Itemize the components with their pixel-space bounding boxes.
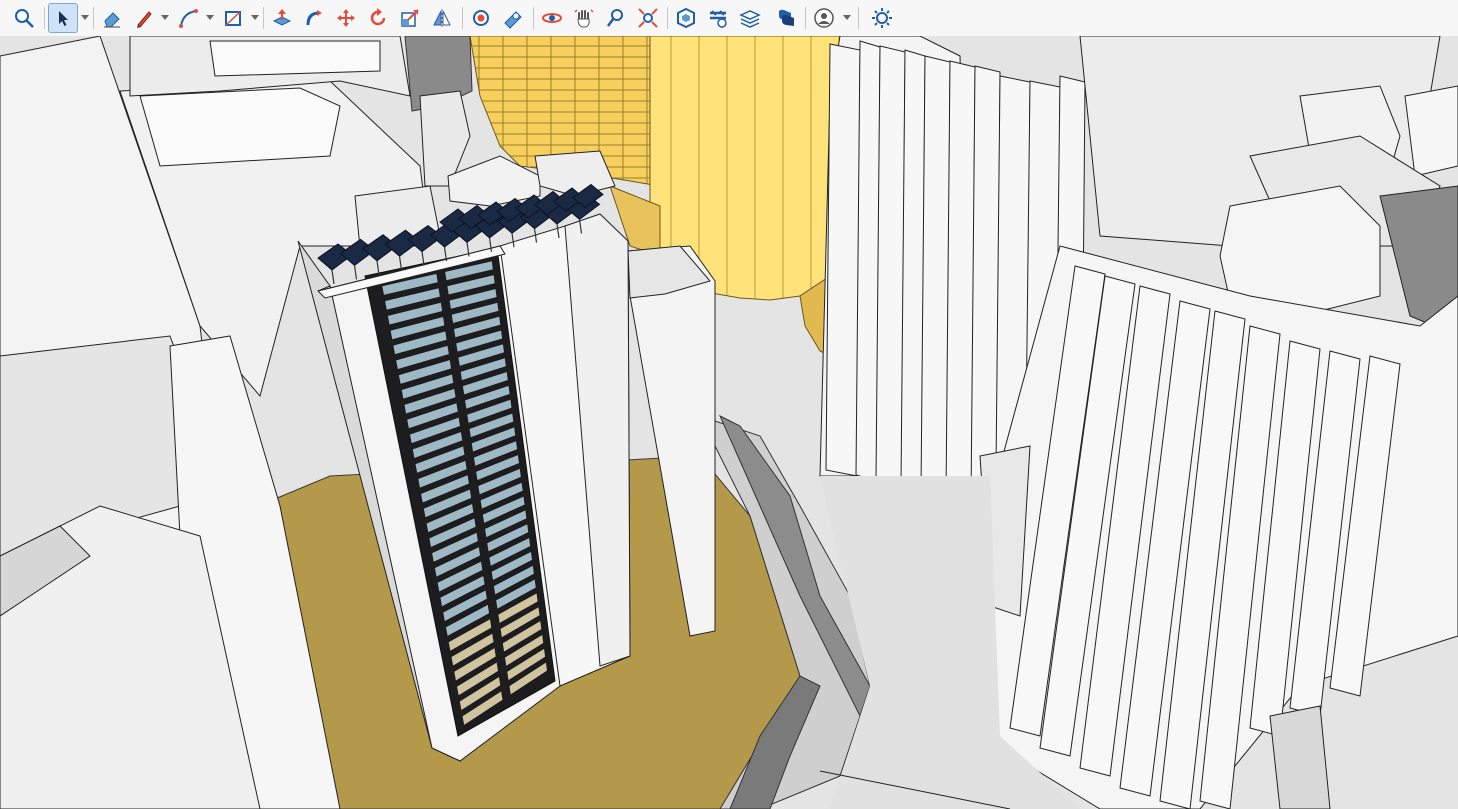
left-roof-top (209, 40, 381, 77)
main-toolbar (0, 0, 1458, 37)
tower-fin (875, 45, 906, 487)
sun-icon (872, 8, 892, 28)
extension-warehouse-button[interactable] (703, 3, 733, 33)
tape-measure-tool-button[interactable] (498, 3, 528, 33)
move-tool-button[interactable] (331, 3, 361, 33)
warehouse-icon (677, 7, 695, 29)
chevron-down-icon (251, 15, 259, 20)
shadows-button[interactable] (867, 3, 897, 33)
tape-measure-icon (504, 11, 522, 29)
toolbar-separator (263, 7, 264, 29)
tower-fin (920, 55, 951, 497)
tower-fin (825, 43, 861, 477)
styles-button[interactable] (771, 3, 801, 33)
zoom-extents-button[interactable] (9, 3, 39, 33)
chevron-down-icon (843, 15, 851, 20)
toolbar-separator (667, 7, 668, 29)
move-arrows-icon (337, 9, 355, 27)
zoom-extents-icon (638, 8, 658, 28)
chevron-down-icon (81, 15, 89, 20)
right-bottom-stairs (1269, 705, 1331, 809)
hand-icon (574, 9, 594, 28)
flip-tool-button[interactable] (427, 3, 457, 33)
rectangle-tool-dropdown[interactable] (250, 3, 260, 33)
zoom-icon (606, 9, 623, 27)
magnifier-icon (15, 9, 34, 28)
tower-fin (945, 60, 976, 502)
warehouse-button[interactable] (671, 3, 701, 33)
select-tool-button[interactable] (48, 3, 78, 33)
scale-tool-button[interactable] (395, 3, 425, 33)
zoom-tool-button[interactable] (601, 3, 631, 33)
line-tool-button[interactable] (129, 3, 159, 33)
push-pull-icon (272, 9, 292, 26)
rotate-icon (370, 8, 386, 26)
toolbar-separator (805, 7, 806, 29)
layers-button[interactable] (735, 3, 765, 33)
orbit-icon (542, 13, 562, 23)
eraser-icon (104, 12, 120, 28)
select-tool-dropdown[interactable] (80, 3, 90, 33)
account-dropdown[interactable] (842, 3, 852, 33)
follow-me-tool-button[interactable] (299, 3, 329, 33)
right-roof-box (1404, 85, 1458, 177)
follow-me-icon (306, 10, 322, 26)
eraser-tool-button[interactable] (97, 3, 127, 33)
chevron-down-icon (206, 15, 214, 20)
arc-icon (179, 9, 198, 28)
cursor-arrow-icon (59, 11, 68, 26)
left-roof-mass (139, 87, 341, 167)
model-viewport[interactable] (0, 36, 1458, 809)
extension-warehouse-icon (710, 10, 727, 28)
toolbar-separator (533, 7, 534, 29)
toolbar-separator (44, 7, 45, 29)
paint-bucket-tool-button[interactable] (466, 3, 496, 33)
arc-tool-button[interactable] (173, 3, 203, 33)
account-icon (814, 8, 834, 28)
toolbar-separator (858, 7, 859, 29)
zoom-window-tool-button[interactable] (633, 3, 663, 33)
scale-icon (401, 9, 419, 27)
line-tool-dropdown[interactable] (160, 3, 170, 33)
toolbar-separator (462, 7, 463, 29)
tower-fin (970, 65, 1001, 507)
orbit-tool-button[interactable] (537, 3, 567, 33)
toolbar-separator (93, 7, 94, 29)
pencil-icon (137, 11, 152, 28)
arc-tool-dropdown[interactable] (205, 3, 215, 33)
rotate-tool-button[interactable] (363, 3, 393, 33)
rectangle-tool-button[interactable] (218, 3, 248, 33)
flip-icon (433, 9, 451, 27)
styles-icon (779, 9, 794, 26)
paint-bucket-icon (473, 10, 489, 26)
rectangle-icon (225, 11, 241, 26)
account-button[interactable] (809, 3, 839, 33)
pan-tool-button[interactable] (569, 3, 599, 33)
push-pull-tool-button[interactable] (267, 3, 297, 33)
city-model-scene (0, 36, 1458, 809)
layers-icon (739, 10, 761, 28)
chevron-down-icon (161, 15, 169, 20)
